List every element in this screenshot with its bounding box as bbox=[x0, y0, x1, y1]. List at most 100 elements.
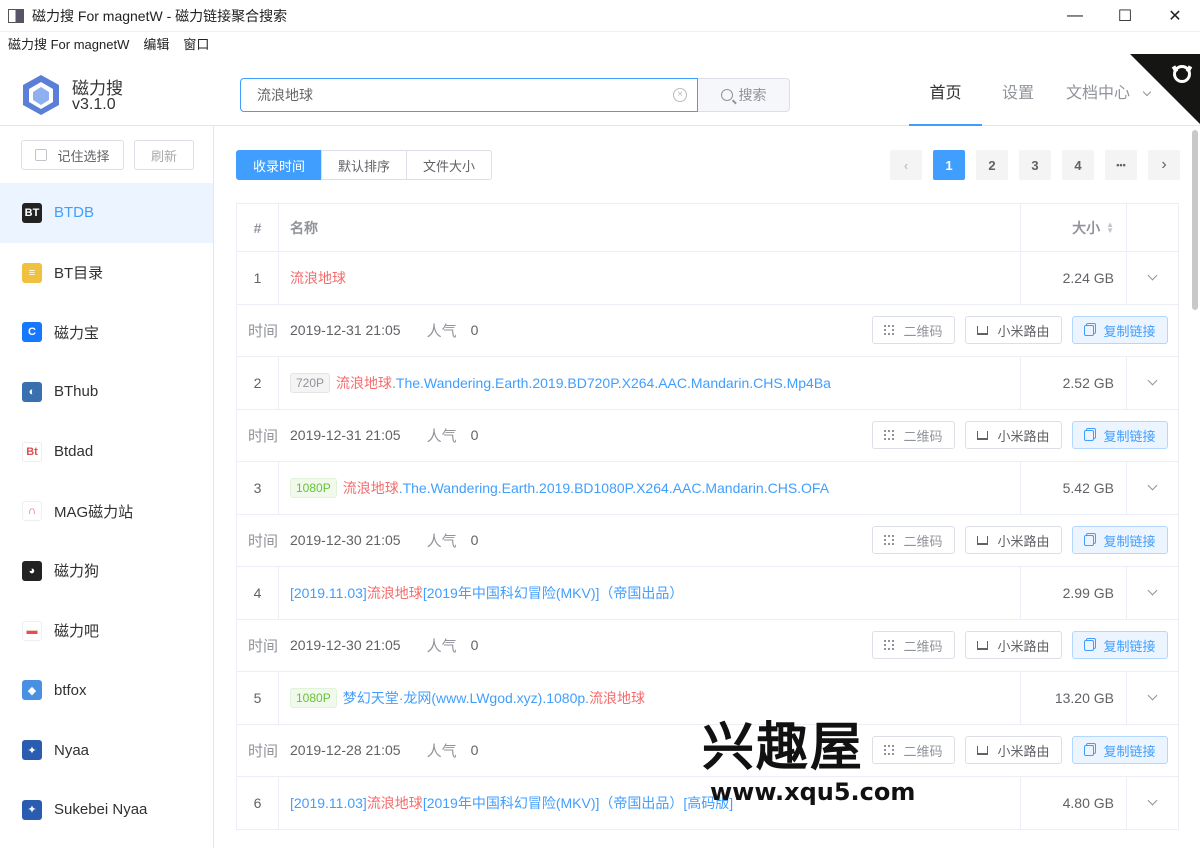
xiaomi-router-button[interactable]: 小米路由 bbox=[965, 421, 1062, 450]
search-button-label: 搜索 bbox=[738, 87, 767, 103]
xiaomi-router-button[interactable]: 小米路由 bbox=[965, 631, 1062, 660]
tab-settings[interactable]: 设置 bbox=[994, 78, 1042, 126]
meta-time-label: 时间 bbox=[248, 637, 279, 655]
github-corner-icon[interactable] bbox=[1130, 54, 1200, 124]
row-name[interactable]: 1080P 流浪地球 .The.Wandering.Earth.2019.BD108… bbox=[279, 462, 1021, 514]
close-button[interactable]: ✕ bbox=[1150, 0, 1200, 32]
sidebar-item[interactable]: ✦ Sukebei Nyaa bbox=[0, 780, 213, 840]
sidebar-item[interactable]: ◆ btfox bbox=[0, 661, 213, 721]
name-highlight[interactable]: 流浪地球 bbox=[367, 793, 423, 813]
row-expand-button[interactable] bbox=[1127, 357, 1178, 409]
row-expand-button[interactable] bbox=[1127, 252, 1178, 304]
qrcode-button[interactable]: 二维码 bbox=[872, 526, 955, 555]
row-index: 2 bbox=[237, 357, 279, 409]
sort-by-time[interactable]: 收录时间 bbox=[236, 150, 323, 180]
page-3[interactable]: 3 bbox=[1019, 150, 1051, 180]
meta-time-label: 时间 bbox=[248, 322, 279, 340]
meta-time-value: 2019-12-30 21:05 bbox=[290, 532, 401, 549]
refresh-button[interactable]: 刷新 bbox=[134, 140, 194, 170]
name-text[interactable]: 梦幻天堂·龙网(www.LWgod.xyz).1080p. bbox=[343, 688, 589, 708]
menu-app[interactable]: 磁力搜 For magnetW bbox=[8, 34, 129, 53]
page-1[interactable]: 1 bbox=[933, 150, 965, 180]
sidebar-item[interactable]: ◐ BThub bbox=[0, 362, 213, 422]
minimize-button[interactable]: — bbox=[1050, 0, 1100, 32]
search-button[interactable]: 搜索 bbox=[698, 78, 790, 112]
sidebar-item[interactable]: Bt Btdad bbox=[0, 422, 213, 482]
xiaomi-router-button[interactable]: 小米路由 bbox=[965, 526, 1062, 555]
row-expand-button[interactable] bbox=[1127, 777, 1178, 829]
copy-link-button[interactable]: 复制链接 bbox=[1072, 631, 1168, 660]
menu-window[interactable]: 窗口 bbox=[183, 34, 209, 53]
row-actions: 二维码 小米路由 复制链接 bbox=[862, 421, 1168, 450]
tab-home[interactable]: 首页 bbox=[909, 78, 982, 126]
header-size[interactable]: 大小 ▲ ▼ bbox=[1021, 204, 1127, 251]
search-input[interactable] bbox=[257, 80, 677, 110]
router-icon bbox=[977, 640, 989, 650]
xiaomi-router-button[interactable]: 小米路由 bbox=[965, 736, 1062, 765]
meta-time-value: 2019-12-28 21:05 bbox=[290, 742, 401, 759]
sort-caret-icon[interactable]: ▲ ▼ bbox=[1106, 220, 1114, 234]
copy-link-button[interactable]: 复制链接 bbox=[1072, 526, 1168, 555]
qrcode-button[interactable]: 二维码 bbox=[872, 421, 955, 450]
page-4[interactable]: 4 bbox=[1062, 150, 1094, 180]
remember-checkbox[interactable] bbox=[35, 149, 48, 161]
next-page-button[interactable]: › bbox=[1148, 150, 1180, 180]
page-ellipsis[interactable]: ••• bbox=[1105, 150, 1137, 180]
row-name[interactable]: 720P 流浪地球 .The.Wandering.Earth.2019.BD720P… bbox=[279, 357, 1021, 409]
window-controls: — ☐ ✕ bbox=[1050, 0, 1200, 32]
qrcode-button[interactable]: 二维码 bbox=[872, 316, 955, 345]
name-text[interactable]: [2019.11.03] bbox=[290, 585, 367, 601]
meta-hot-label: 人气 bbox=[426, 637, 457, 655]
name-highlight[interactable]: 流浪地球 bbox=[367, 583, 423, 603]
name-text[interactable]: [2019年中国科幻冒险(MKV)]（帝国出品） bbox=[423, 583, 684, 603]
sort-default[interactable]: 默认排序 bbox=[321, 150, 408, 180]
name-text[interactable]: .The.Wandering.Earth.2019.BD1080P.X264.A… bbox=[399, 480, 829, 496]
sidebar-item-label: BThub bbox=[54, 383, 99, 401]
menu-edit[interactable]: 编辑 bbox=[143, 34, 169, 53]
xiaomi-router-label: 小米路由 bbox=[997, 533, 1050, 549]
name-highlight[interactable]: 流浪地球 bbox=[589, 688, 645, 708]
meta-hot-value: 0 bbox=[470, 532, 479, 549]
sidebar-item[interactable]: ▬ 磁力吧 bbox=[0, 601, 213, 661]
row-name[interactable]: [2019.11.03] 流浪地球 [2019年中国科幻冒险(MKV)]（帝国出品） bbox=[279, 567, 1021, 619]
page-2[interactable]: 2 bbox=[976, 150, 1008, 180]
name-text[interactable]: [2019.11.03] bbox=[290, 795, 367, 811]
meta-time-label: 时间 bbox=[248, 427, 279, 445]
row-expand-button[interactable] bbox=[1127, 567, 1178, 619]
row-expand-button[interactable] bbox=[1127, 462, 1178, 514]
row-meta: 时间 2019-12-30 21:05 人气 0 二维码 小米路由 复制链接 bbox=[237, 514, 1178, 567]
name-highlight[interactable]: 流浪地球 bbox=[336, 373, 392, 393]
xiaomi-router-button[interactable]: 小米路由 bbox=[965, 316, 1062, 345]
copy-link-button[interactable]: 复制链接 bbox=[1072, 316, 1168, 345]
copy-link-button[interactable]: 复制链接 bbox=[1072, 736, 1168, 765]
scrollbar-thumb[interactable] bbox=[1192, 130, 1198, 310]
clear-icon[interactable]: × bbox=[673, 88, 687, 102]
sidebar-item[interactable]: ∩ MAG磁力站 bbox=[0, 481, 213, 541]
sidebar-item[interactable]: ◕ 磁力狗 bbox=[0, 541, 213, 601]
qrcode-button[interactable]: 二维码 bbox=[872, 631, 955, 660]
remember-selection-button[interactable]: 记住选择 bbox=[21, 140, 124, 170]
copy-link-label: 复制链接 bbox=[1103, 323, 1156, 339]
name-highlight[interactable]: 流浪地球 bbox=[343, 478, 399, 498]
row-actions: 二维码 小米路由 复制链接 bbox=[862, 316, 1168, 345]
name-text[interactable]: .The.Wandering.Earth.2019.BD720P.X264.AA… bbox=[392, 375, 831, 391]
sidebar-item[interactable]: C 磁力宝 bbox=[0, 302, 213, 362]
header-name: 名称 bbox=[279, 204, 1021, 251]
prev-page-button[interactable]: ‹ bbox=[890, 150, 922, 180]
name-highlight[interactable]: 流浪地球 bbox=[290, 268, 346, 288]
row-expand-button[interactable] bbox=[1127, 672, 1178, 724]
dog-icon: ◕ bbox=[22, 560, 42, 581]
sidebar-item-label: Sukebei Nyaa bbox=[54, 801, 148, 819]
sidebar-item[interactable]: ≡ BT目录 bbox=[0, 243, 213, 303]
copy-link-button[interactable]: 复制链接 bbox=[1072, 421, 1168, 450]
sidebar-item[interactable]: ✦ Nyaa bbox=[0, 720, 213, 780]
meta-hot-value: 0 bbox=[470, 427, 479, 444]
sidebar-item[interactable]: BT BTDB bbox=[0, 183, 213, 243]
name-text[interactable]: [2019年中国科幻冒险(MKV)]（帝国出品）[高码版] bbox=[423, 793, 733, 813]
maximize-button[interactable]: ☐ bbox=[1100, 0, 1150, 32]
sort-by-size[interactable]: 文件大小 bbox=[406, 150, 493, 180]
row-name[interactable]: 流浪地球 bbox=[279, 252, 1021, 304]
row-name[interactable]: 1080P 梦幻天堂·龙网(www.LWgod.xyz).1080p. 流浪地球 bbox=[279, 672, 1021, 724]
qrcode-icon bbox=[884, 325, 895, 336]
row-actions: 二维码 小米路由 复制链接 bbox=[862, 631, 1168, 660]
